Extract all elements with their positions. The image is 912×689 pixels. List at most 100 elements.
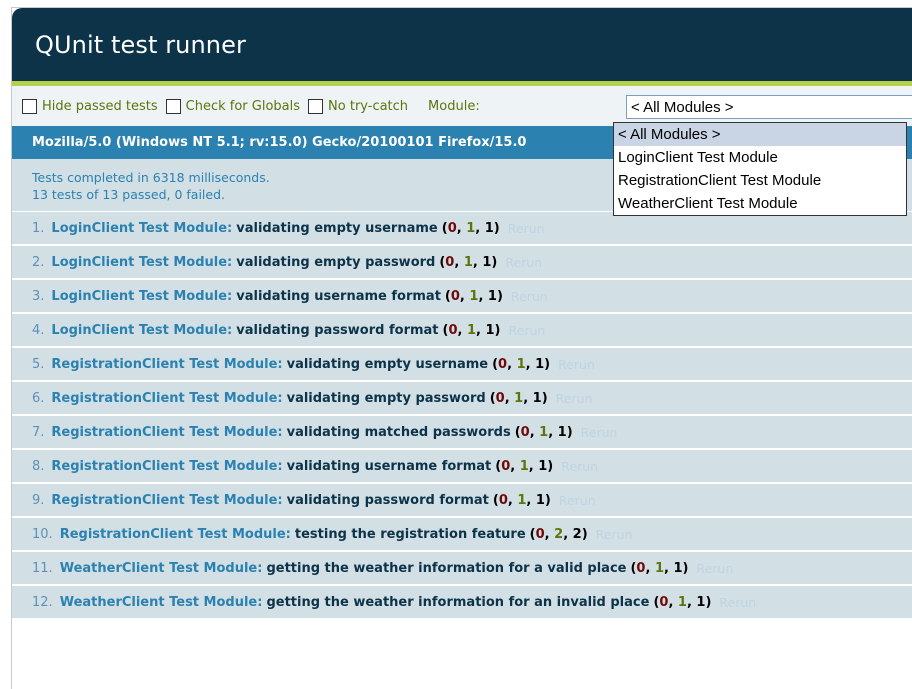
test-counts: (0, 1, 1) <box>489 390 548 406</box>
test-module-name[interactable]: RegistrationClient Test Module: <box>51 493 282 508</box>
test-counts: (0, 1, 1) <box>442 322 501 338</box>
test-name[interactable]: testing the registration feature <box>295 527 526 542</box>
failed-count: 0 <box>447 220 457 236</box>
failed-count: 0 <box>520 424 530 440</box>
rerun-link[interactable]: Rerun <box>511 289 548 304</box>
rerun-link[interactable]: Rerun <box>696 561 733 576</box>
passed-count: 1 <box>516 356 526 372</box>
test-name[interactable]: validating username format <box>236 289 441 304</box>
no-try-catch-checkbox[interactable] <box>308 98 324 114</box>
test-number: 1. <box>32 220 45 236</box>
test-module-name[interactable]: LoginClient Test Module: <box>51 221 232 236</box>
failed-count: 0 <box>636 560 646 576</box>
rerun-link[interactable]: Rerun <box>509 323 546 338</box>
rerun-link[interactable]: Rerun <box>505 255 542 270</box>
test-row[interactable]: 4. LoginClient Test Module: validating pas… <box>12 314 912 348</box>
test-module-name[interactable]: LoginClient Test Module: <box>51 323 232 338</box>
module-option[interactable]: RegistrationClient Test Module <box>614 169 906 192</box>
toolbar: Hide passed tests Check for Globals No t… <box>12 86 912 126</box>
test-module-name[interactable]: WeatherClient Test Module: <box>60 595 263 610</box>
hide-passed-toggle[interactable]: Hide passed tests <box>22 98 158 114</box>
module-select-value: < All Modules > <box>631 98 734 116</box>
hide-passed-checkbox[interactable] <box>22 98 37 114</box>
module-option[interactable]: WeatherClient Test Module <box>614 192 906 215</box>
rerun-link[interactable]: Rerun <box>581 425 618 440</box>
no-try-catch-toggle[interactable]: No try-catch <box>308 98 408 114</box>
test-module-name[interactable]: LoginClient Test Module: <box>51 289 232 304</box>
total-count: 1 <box>532 390 542 406</box>
passed-count: 1 <box>677 594 687 610</box>
rerun-link[interactable]: Rerun <box>559 493 596 508</box>
test-row[interactable]: 5. RegistrationClient Test Module: validat… <box>12 348 912 382</box>
rerun-link[interactable]: Rerun <box>556 391 593 406</box>
rerun-link[interactable]: Rerun <box>596 527 633 542</box>
test-name[interactable]: validating username format <box>287 459 492 474</box>
test-module-name[interactable]: RegistrationClient Test Module: <box>51 391 282 406</box>
test-row[interactable]: 7. RegistrationClient Test Module: validat… <box>12 416 912 450</box>
test-number: 9. <box>32 492 45 508</box>
rerun-link[interactable]: Rerun <box>719 595 756 610</box>
page-title: QUnit test runner <box>12 8 912 86</box>
test-list: 1. LoginClient Test Module: validating emp… <box>12 212 912 620</box>
module-option[interactable]: < All Modules > <box>614 123 906 146</box>
rerun-link[interactable]: Rerun <box>561 459 598 474</box>
test-row[interactable]: 1. LoginClient Test Module: validating emp… <box>12 212 912 246</box>
test-number: 7. <box>32 424 45 440</box>
test-name[interactable]: getting the weather information for a va… <box>266 561 626 576</box>
test-counts: (0, 1, 1) <box>495 458 554 474</box>
passed-count: 1 <box>466 322 477 338</box>
test-module-name[interactable]: RegistrationClient Test Module: <box>51 357 282 372</box>
test-module-name[interactable]: RegistrationClient Test Module: <box>60 527 291 542</box>
test-counts: (0, 1, 1) <box>441 220 500 236</box>
test-number: 10. <box>32 526 53 542</box>
test-module-name[interactable]: WeatherClient Test Module: <box>60 561 263 576</box>
qunit-frame: QUnit test runner Hide passed tests Chec… <box>11 7 912 689</box>
test-name[interactable]: validating empty username <box>287 357 489 372</box>
test-row[interactable]: 11. WeatherClient Test Module: getting the… <box>12 552 912 586</box>
passed-count: 1 <box>469 288 479 304</box>
total-count: 1 <box>557 424 567 440</box>
total-count: 1 <box>485 322 495 338</box>
test-counts: (0, 2, 2) <box>529 526 588 542</box>
test-row[interactable]: 6. RegistrationClient Test Module: validat… <box>12 382 912 416</box>
test-module-name[interactable]: RegistrationClient Test Module: <box>51 459 282 474</box>
test-name[interactable]: getting the weather information for an i… <box>266 595 649 610</box>
test-row[interactable]: 8. RegistrationClient Test Module: validat… <box>12 450 912 484</box>
test-module-name[interactable]: LoginClient Test Module: <box>51 255 232 270</box>
test-row[interactable]: 10. RegistrationClient Test Module: testin… <box>12 518 912 552</box>
total-count: 1 <box>484 220 494 236</box>
failed-count: 0 <box>445 254 455 270</box>
test-counts: (0, 1, 1) <box>492 492 551 508</box>
failed-count: 0 <box>535 526 545 542</box>
test-row[interactable]: 3. LoginClient Test Module: validating use… <box>12 280 912 314</box>
test-counts: (0, 1, 1) <box>439 254 498 270</box>
test-name[interactable]: validating matched passwords <box>287 425 511 440</box>
test-number: 6. <box>32 390 45 406</box>
test-name[interactable]: validating password format <box>287 493 489 508</box>
test-name[interactable]: validating password format <box>236 323 438 338</box>
check-globals-label: Check for Globals <box>185 98 301 114</box>
total-count: 1 <box>538 458 548 474</box>
rerun-link[interactable]: Rerun <box>508 221 545 236</box>
test-row[interactable]: 9. RegistrationClient Test Module: validat… <box>12 484 912 518</box>
passed-count: 1 <box>654 560 664 576</box>
failed-count: 0 <box>448 322 458 338</box>
test-module-name[interactable]: RegistrationClient Test Module: <box>51 425 282 440</box>
total-count: 1 <box>696 594 706 610</box>
test-row[interactable]: 2. LoginClient Test Module: validating emp… <box>12 246 912 280</box>
check-globals-checkbox[interactable] <box>165 98 181 114</box>
total-count: 1 <box>487 288 497 304</box>
test-number: 11. <box>32 560 53 576</box>
test-name[interactable]: validating empty username <box>236 221 438 236</box>
test-name[interactable]: validating empty password <box>287 391 486 406</box>
test-row[interactable]: 12. WeatherClient Test Module: getting the… <box>12 586 912 620</box>
test-name[interactable]: validating empty password <box>236 255 435 270</box>
module-select[interactable]: < All Modules > ▼ <box>626 95 912 119</box>
failed-count: 0 <box>659 594 669 610</box>
module-option[interactable]: LoginClient Test Module <box>614 146 906 169</box>
check-globals-toggle[interactable]: Check for Globals <box>165 98 301 114</box>
test-number: 12. <box>32 594 53 610</box>
rerun-link[interactable]: Rerun <box>558 357 595 372</box>
passed-count: 1 <box>466 220 476 236</box>
total-count: 1 <box>535 356 545 372</box>
